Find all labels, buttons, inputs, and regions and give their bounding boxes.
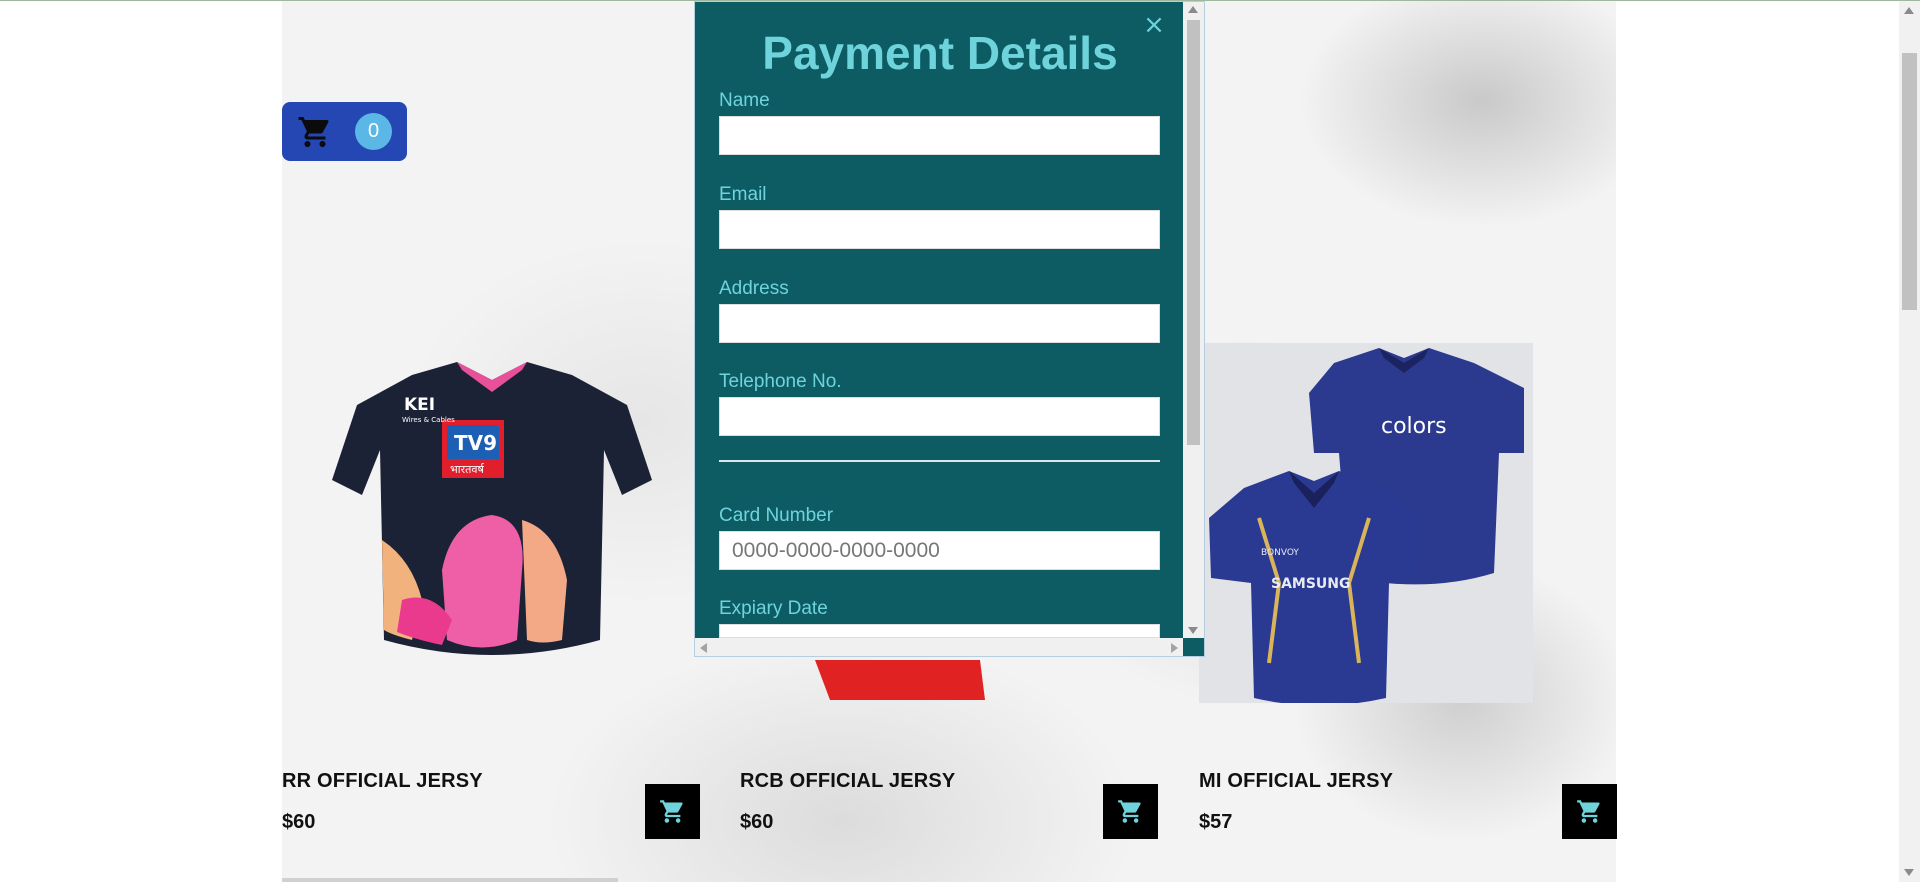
telephone-field[interactable] <box>719 397 1160 436</box>
product-price: $57 <box>1199 811 1233 833</box>
cart-button[interactable]: 0 <box>282 102 407 161</box>
add-to-cart-button[interactable] <box>1103 784 1158 839</box>
add-to-cart-button[interactable] <box>1562 784 1617 839</box>
product-card-mi: colors SAMSUNG BONVOY MI OFFICIAL JERSY … <box>1199 340 1619 880</box>
page-scrollbar-thumb[interactable] <box>1902 53 1917 310</box>
address-label: Address <box>719 278 789 299</box>
add-to-cart-icon <box>1118 800 1141 823</box>
product-price: $60 <box>740 811 774 833</box>
product-card-rr: TV9 भारतवर्ष KEI Wires & Cables RR OFFIC… <box>282 340 702 880</box>
expiry-date-label: Expiary Date <box>719 598 828 619</box>
expiry-date-field[interactable] <box>719 624 1160 638</box>
email-label: Email <box>719 184 767 205</box>
product-row-divider <box>282 878 618 882</box>
scroll-down-icon[interactable] <box>1188 627 1198 634</box>
modal-vertical-scrollbar[interactable] <box>1183 2 1204 638</box>
add-to-cart-icon <box>1577 800 1600 823</box>
rr-brand-text: KEI <box>404 395 435 415</box>
scroll-up-icon[interactable] <box>1188 6 1198 13</box>
add-to-cart-icon <box>660 800 683 823</box>
card-number-field[interactable]: 0000-0000-0000-0000 <box>719 531 1160 570</box>
product-name: MI OFFICIAL JERSY <box>1199 770 1394 792</box>
scroll-right-icon[interactable] <box>1171 643 1178 653</box>
product-price: $60 <box>282 811 316 833</box>
rr-hindi-text: भारतवर्ष <box>450 463 485 476</box>
telephone-label: Telephone No. <box>719 371 842 392</box>
scrollbar-thumb[interactable] <box>1187 20 1200 445</box>
name-field[interactable] <box>719 116 1160 155</box>
rr-sponsor-text: TV9 <box>454 431 497 455</box>
product-name: RR OFFICIAL JERSY <box>282 770 483 792</box>
mi-colors-text: colors <box>1381 414 1447 439</box>
name-label: Name <box>719 90 770 111</box>
modal-title: Payment Details <box>762 27 1118 79</box>
mi-jersey-image: colors SAMSUNG BONVOY <box>1199 343 1533 703</box>
page-scroll-up-icon[interactable] <box>1904 7 1914 14</box>
mi-samsung-text: SAMSUNG <box>1271 576 1351 592</box>
form-divider <box>719 460 1160 462</box>
cart-icon <box>298 117 329 147</box>
rr-jersey-image: TV9 भारतवर्ष KEI Wires & Cables <box>332 362 652 655</box>
address-field[interactable] <box>719 304 1160 343</box>
close-icon[interactable]: × <box>1141 12 1167 38</box>
email-field[interactable] <box>719 210 1160 249</box>
scroll-left-icon[interactable] <box>700 643 707 653</box>
page-vertical-scrollbar[interactable] <box>1899 1 1920 882</box>
payment-modal: Payment Details × Name Email Address Tel… <box>694 1 1205 657</box>
page-scroll-down-icon[interactable] <box>1904 869 1914 876</box>
mi-bonvoy-text: BONVOY <box>1261 548 1299 558</box>
add-to-cart-button[interactable] <box>645 784 700 839</box>
card-number-label: Card Number <box>719 505 834 526</box>
product-name: RCB OFFICIAL JERSY <box>740 770 956 792</box>
rr-brand-sub-text: Wires & Cables <box>402 416 455 424</box>
cart-count-badge: 0 <box>355 113 392 150</box>
modal-horizontal-scrollbar[interactable] <box>695 638 1183 656</box>
